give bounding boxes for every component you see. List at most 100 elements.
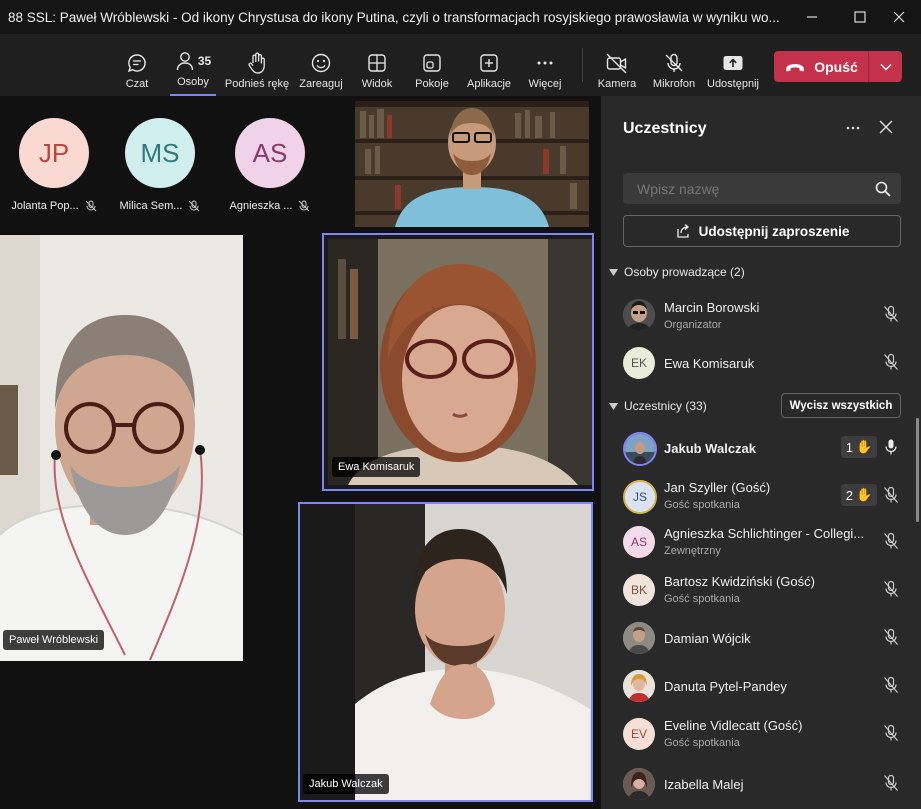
chat-label: Czat — [125, 78, 149, 90]
apps-button[interactable]: Aplikacje — [465, 42, 513, 98]
mic-off-icon — [884, 724, 898, 741]
mic-status — [883, 628, 899, 651]
video-feed — [300, 504, 591, 800]
search-input[interactable] — [635, 179, 869, 198]
participant-row[interactable]: Jakub Walczak 1 ✋ — [601, 426, 921, 472]
minimize-icon — [807, 16, 817, 18]
search-icon — [875, 181, 891, 197]
video-name-tag: Jakub Walczak — [303, 774, 389, 794]
participant-row[interactable]: JS Jan Szyller (Gość) Gość spotkania 2 ✋ — [601, 474, 921, 520]
raise-hand-button[interactable]: Podnieś rękę — [224, 42, 290, 98]
leave-main[interactable]: Opuść — [774, 51, 868, 82]
leave-label: Opuść — [814, 58, 858, 75]
avatar-photo — [623, 622, 655, 654]
window-title: 88 SSL: Paweł Wróblewski - Od ikony Chry… — [8, 9, 780, 25]
mic-off-icon — [85, 200, 96, 212]
chat-button[interactable]: Czat — [117, 42, 157, 98]
mic-label: Mikrofon — [652, 78, 696, 90]
mic-off-icon — [884, 774, 898, 791]
raised-hand-icon: ✋ — [856, 487, 873, 502]
close-icon — [879, 120, 893, 134]
share-screen-icon — [723, 56, 743, 70]
more-icon — [846, 126, 860, 130]
people-label: Osoby — [177, 76, 209, 88]
avatar-photo — [625, 434, 655, 464]
mic-button[interactable]: Mikrofon — [650, 42, 698, 98]
leave-options-button[interactable] — [869, 63, 902, 71]
participant-name: Agnieszka Schlichtinger - Collegi... — [664, 526, 865, 541]
video-name-tag: Paweł Wróblewski — [3, 630, 105, 650]
more-icon — [537, 61, 553, 65]
view-button[interactable]: Widok — [356, 42, 398, 98]
tile-name: Milica Sem... — [119, 200, 183, 212]
avatar-photo — [623, 299, 655, 331]
add-apps-icon — [480, 54, 498, 72]
video-name-tag: Ewa Komisaruk — [332, 457, 421, 477]
mute-all-button[interactable]: Wycisz wszystkich — [781, 393, 901, 418]
avatar: EK — [623, 347, 655, 379]
participants-header: Uczestnicy (33) — [624, 399, 707, 413]
panel-close-button[interactable] — [879, 120, 893, 139]
camera-button[interactable]: Kamera — [596, 42, 638, 98]
participant-row[interactable]: AS Agnieszka Schlichtinger - Collegi... … — [601, 520, 921, 566]
more-button[interactable]: Więcej — [525, 42, 565, 98]
participant-row[interactable]: Damian Wójcik — [601, 616, 921, 662]
participant-row[interactable]: BK Bartosz Kwidziński (Gość) Gość spotka… — [601, 568, 921, 614]
video-tile-jakub[interactable]: Jakub Walczak — [298, 502, 593, 802]
video-feed — [328, 239, 592, 485]
mic-status — [883, 532, 899, 555]
participant-role: Zewnętrzny — [664, 545, 721, 557]
share-invite-button[interactable]: Udostępnij zaproszenie — [623, 215, 901, 247]
mic-status — [883, 353, 899, 376]
participants-section-toggle[interactable]: Uczestnicy (33) — [609, 399, 707, 413]
panel-title: Uczestnicy — [623, 120, 707, 137]
participant-name: Ewa Komisaruk — [664, 356, 755, 371]
mic-off-icon — [884, 628, 898, 645]
video-tile-organizer[interactable] — [355, 101, 589, 227]
panel-more-button[interactable] — [845, 120, 861, 141]
raised-hand-badge: 2 ✋ — [841, 484, 877, 506]
search-box[interactable] — [623, 173, 901, 204]
participant-tile-as[interactable]: AS Agnieszka ... — [216, 118, 324, 212]
camera-off-icon — [606, 53, 627, 74]
avatar: BK — [623, 574, 655, 606]
maximize-button[interactable] — [838, 0, 882, 34]
share-button[interactable]: Udostępnij — [705, 42, 761, 98]
participant-role: Gość spotkania — [664, 499, 740, 511]
participant-tile-ms[interactable]: MS Milica Sem... — [106, 118, 214, 212]
participant-name: Damian Wójcik — [664, 631, 751, 646]
panel-scrollbar[interactable] — [916, 418, 919, 522]
hang-up-icon — [786, 63, 805, 71]
mic-status — [883, 774, 899, 797]
participant-name: Bartosz Kwidziński (Gość) — [664, 574, 815, 589]
avatar: AS — [623, 526, 655, 558]
raise-hand-label: Podnieś rękę — [224, 78, 290, 90]
raised-hand-icon: ✋ — [856, 439, 873, 454]
close-window-button[interactable] — [877, 0, 921, 34]
tile-name: Jolanta Pop... — [11, 200, 79, 212]
minimize-button[interactable] — [790, 0, 834, 34]
participant-tile-jp[interactable]: JP Jolanta Pop... — [0, 118, 108, 212]
participant-row[interactable]: EV Eveline Vidlecatt (Gość) Gość spotkan… — [601, 712, 921, 758]
video-tile-speaker[interactable]: Paweł Wróblewski — [0, 235, 243, 661]
rooms-button[interactable]: Pokoje — [411, 42, 453, 98]
avatar: JP — [19, 118, 89, 188]
chevron-down-icon — [609, 402, 618, 410]
mic-off-icon — [189, 200, 200, 212]
avatar: JS — [623, 480, 657, 514]
participant-row[interactable]: Danuta Pytel-Pandey — [601, 664, 921, 710]
participant-row[interactable]: Marcin Borowski Organizator — [601, 293, 921, 339]
react-button[interactable]: Zareaguj — [297, 42, 345, 98]
leave-button[interactable]: Opuść — [774, 51, 902, 82]
participant-row[interactable]: Izabella Malej — [601, 762, 921, 808]
chevron-down-icon — [879, 63, 892, 71]
hand-icon — [248, 52, 265, 74]
organizers-section-toggle[interactable]: Osoby prowadzące (2) — [609, 265, 745, 279]
video-tile-ewa[interactable]: Ewa Komisaruk — [322, 233, 594, 491]
participant-row[interactable]: EK Ewa Komisaruk — [601, 341, 921, 387]
mic-on-icon — [885, 439, 897, 455]
participants-panel: Uczestnicy Udostępnij zaproszenie Osoby … — [601, 96, 921, 809]
mic-status — [883, 486, 899, 509]
video-feed — [0, 235, 243, 661]
people-button[interactable]: 35 Osoby — [170, 42, 216, 96]
